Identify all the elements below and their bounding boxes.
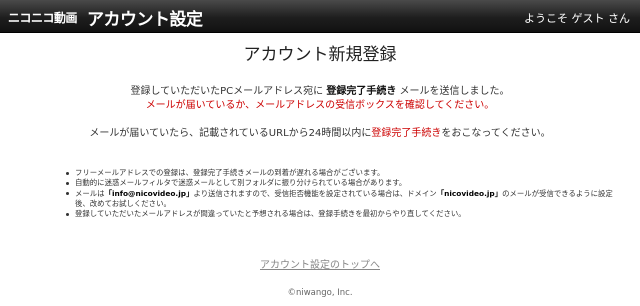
note3-b: より送信されますので、受信拒否機能を設定されている場合は、ドメイン <box>193 188 437 198</box>
note-item: 登録していただいたメールアドレスが間違っていたと予想される場合は、登録手続きを最… <box>65 209 625 219</box>
copyright: ©niwango, Inc. <box>287 288 353 298</box>
check-inbox-message: メールが届いているか、メールアドレスの受信ボックスを確認してください。 <box>145 100 495 111</box>
note-item: フリーメールアドレスでの登録は、登録完了手続きメールの到着が遅れる場合がございま… <box>65 168 625 178</box>
welcome-text: ようこそ ゲスト さん <box>524 12 630 25</box>
sender-email: 「info@nicovideo.jp」 <box>104 188 194 198</box>
note-item: メールは「info@nicovideo.jp」より送信されますので、受信拒否機能… <box>65 189 625 210</box>
instruction-message: メールが届いていたら、記載されているURLから24時間以内に登録完了手続きをおこ… <box>0 124 640 139</box>
sender-domain: 「nicovideo.jp」 <box>436 188 503 198</box>
account-settings-top-link[interactable]: アカウント設定のトップへ <box>0 256 640 271</box>
instruction-red: 登録完了手続き <box>371 128 442 139</box>
header-bar: ニコニコ動画 アカウント設定 ようこそ ゲスト さん <box>0 0 640 33</box>
note-item: 自動的に迷惑メールフィルタで迷惑メールとして別フォルダに振り分けられている場合が… <box>65 178 625 188</box>
niconico-logo[interactable]: ニコニコ動画 <box>8 9 78 26</box>
note3-a: メールは <box>75 188 105 198</box>
instruction-pre: メールが届いていたら、記載されているURLから24時間以内に <box>89 128 372 139</box>
notes-list: フリーメールアドレスでの登録は、登録完了手続きメールの到着が遅れる場合がございま… <box>65 168 625 219</box>
header-title: アカウント設定 <box>87 10 203 30</box>
instruction-post: をおこなってください。 <box>441 128 551 139</box>
page-title: アカウント新規登録 <box>243 45 397 65</box>
sent-message: 登録していただいたPCメールアドレス宛に 登録完了手続き メールを送信しました。 <box>0 82 640 97</box>
